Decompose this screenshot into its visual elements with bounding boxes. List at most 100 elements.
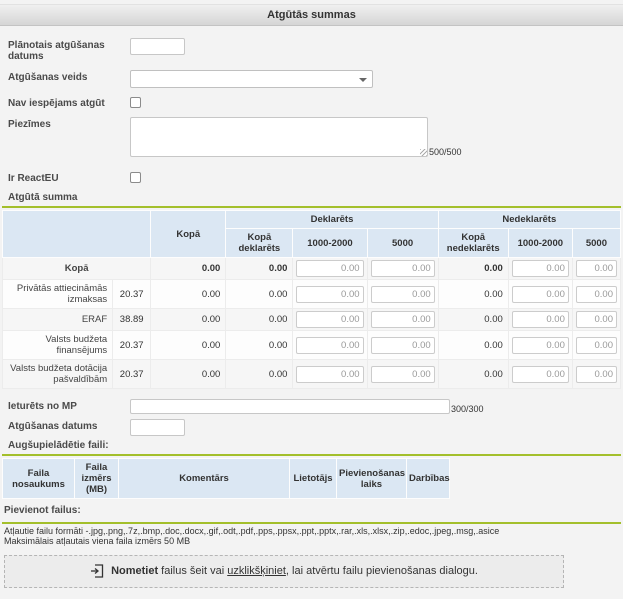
total-kopa-deklarets: 0.00 — [226, 258, 293, 280]
declared-1000-2000-input[interactable] — [296, 366, 363, 383]
row-percent: 20.37 — [113, 280, 151, 309]
amount-section-heading: Atgūtā summa — [8, 192, 623, 203]
row-label: ERAF — [3, 309, 113, 331]
total-declared-1000-2000-input[interactable] — [296, 260, 363, 277]
table-row-state-budget: Valsts budžeta finansējums 20.37 0.00 0.… — [3, 331, 621, 360]
planned-date-label: Plānotais atgūšanas datums — [8, 38, 130, 62]
file-import-icon — [90, 563, 105, 579]
notes-counter: 500/500 — [429, 147, 462, 157]
col-undeclared-5000: 5000 — [572, 229, 620, 258]
declared-1000-2000-input[interactable] — [296, 286, 363, 303]
declared-5000-input[interactable] — [371, 286, 435, 303]
withheld-label: Ieturēts no MP — [8, 399, 130, 412]
dropzone-text-tail: , lai atvērtu failu pievienošanas dialog… — [286, 565, 478, 577]
cannot-recover-row: Nav iespējams atgūt — [8, 96, 623, 109]
files-table: Faila nosaukums Faila izmērs (MB) Koment… — [2, 458, 450, 499]
table-row-eraf: ERAF 38.89 0.00 0.00 0.00 — [3, 309, 621, 331]
recovery-type-label: Atgūšanas veids — [8, 70, 130, 83]
col-undeclared-1000-2000: 1000-2000 — [508, 229, 572, 258]
recovery-date-row: Atgūšanas datums — [8, 419, 623, 436]
dropzone-click-link[interactable]: uzklikšķiniet — [227, 565, 286, 577]
declared-5000-input[interactable] — [371, 366, 435, 383]
row-label: Kopā — [3, 258, 151, 280]
undeclared-1000-2000-input[interactable] — [512, 311, 569, 328]
table-row-private-costs: Privātās attiecināmās izmaksas 20.37 0.0… — [3, 280, 621, 309]
row-kopa: 0.00 — [151, 331, 226, 360]
col-declared-5000: 5000 — [367, 229, 438, 258]
row-kopa: 0.00 — [151, 309, 226, 331]
col-actions: Darbības — [407, 459, 450, 499]
total-kopa-nedeklarets: 0.00 — [438, 258, 508, 280]
row-percent: 20.37 — [113, 360, 151, 389]
row-kopa-nedeklarets: 0.00 — [438, 280, 508, 309]
files-table-header-row: Faila nosaukums Faila izmērs (MB) Koment… — [3, 459, 450, 499]
uploaded-files-heading: Augšupielādētie faili: — [8, 440, 623, 451]
dropzone-text-bold: Nometiet — [111, 565, 158, 577]
recovery-date-label: Atgūšanas datums — [8, 419, 130, 432]
undeclared-5000-input[interactable] — [576, 286, 617, 303]
total-undeclared-5000-input[interactable] — [576, 260, 617, 277]
undeclared-5000-input[interactable] — [576, 337, 617, 354]
col-added-time: Pievienošanas laiks — [337, 459, 407, 499]
table-row-municipality-grant: Valsts budžeta dotācija pašvaldībām 20.3… — [3, 360, 621, 389]
col-user: Lietotājs — [290, 459, 337, 499]
planned-date-input[interactable] — [130, 38, 185, 55]
declared-1000-2000-input[interactable] — [296, 311, 363, 328]
total-undeclared-1000-2000-input[interactable] — [512, 260, 569, 277]
file-dropzone[interactable]: Nometiet failus šeit vai uzklikšķiniet, … — [4, 555, 564, 588]
max-size-note: Maksimālais atļautais viena faila izmērs… — [4, 536, 623, 546]
row-percent: 20.37 — [113, 331, 151, 360]
row-kopa-deklarets: 0.00 — [226, 360, 293, 389]
allowed-formats-note: Atļautie failu formāti -.jpg,.png,.7z,.b… — [4, 526, 623, 536]
declared-5000-input[interactable] — [371, 311, 435, 328]
withheld-counter: 300/300 — [451, 404, 484, 414]
row-kopa-nedeklarets: 0.00 — [438, 309, 508, 331]
undeclared-1000-2000-input[interactable] — [512, 286, 569, 303]
react-eu-row: Ir ReactEU — [8, 171, 623, 184]
notes-row: Piezīmes 500/500 — [8, 117, 623, 157]
section-divider — [2, 206, 621, 208]
page-title-text: Atgūtās summas — [267, 9, 356, 21]
row-label: Valsts budžeta finansējums — [3, 331, 113, 360]
recovery-date-input[interactable] — [130, 419, 185, 436]
recovery-type-row: Atgūšanas veids — [8, 70, 623, 88]
recovery-type-select[interactable] — [130, 70, 373, 88]
row-kopa: 0.00 — [151, 280, 226, 309]
row-label: Valsts budžeta dotācija pašvaldībām — [3, 360, 113, 389]
chevron-down-icon — [359, 78, 367, 82]
table-row-total: Kopā 0.00 0.00 0.00 — [3, 258, 621, 280]
undeclared-5000-input[interactable] — [576, 366, 617, 383]
cannot-recover-checkbox[interactable] — [130, 97, 141, 108]
total-kopa: 0.00 — [151, 258, 226, 280]
withheld-row: Ieturēts no MP 300/300 — [8, 399, 623, 414]
col-file-name: Faila nosaukums — [3, 459, 75, 499]
row-label: Privātās attiecināmās izmaksas — [3, 280, 113, 309]
dropzone-text-middle: failus šeit vai — [158, 565, 227, 577]
undeclared-1000-2000-input[interactable] — [512, 337, 569, 354]
react-eu-checkbox[interactable] — [130, 172, 141, 183]
amount-table-col-total: Kopā — [151, 211, 226, 258]
col-declared-1000-2000: 1000-2000 — [293, 229, 367, 258]
undeclared-5000-input[interactable] — [576, 311, 617, 328]
row-kopa-deklarets: 0.00 — [226, 280, 293, 309]
notes-textarea[interactable] — [130, 117, 428, 157]
dropzone-text: Nometiet failus šeit vai uzklikšķiniet, … — [111, 565, 478, 577]
cannot-recover-label: Nav iespējams atgūt — [8, 96, 130, 109]
page: Atgūtās summas Plānotais atgūšanas datum… — [0, 4, 623, 599]
withheld-input[interactable] — [130, 399, 450, 414]
form-section: Plānotais atgūšanas datums Atgūšanas vei… — [0, 38, 623, 599]
notes-label: Piezīmes — [8, 117, 130, 130]
row-percent: 38.89 — [113, 309, 151, 331]
declared-1000-2000-input[interactable] — [296, 337, 363, 354]
planned-date-row: Plānotais atgūšanas datums — [8, 38, 623, 62]
declared-5000-input[interactable] — [371, 337, 435, 354]
row-kopa: 0.00 — [151, 360, 226, 389]
page-title: Atgūtās summas — [0, 4, 623, 26]
amount-table-group-declared: Deklarēts — [226, 211, 438, 229]
row-kopa-deklarets: 0.00 — [226, 331, 293, 360]
undeclared-1000-2000-input[interactable] — [512, 366, 569, 383]
section-divider — [2, 522, 621, 524]
amount-table-corner-cell — [3, 211, 151, 258]
total-declared-5000-input[interactable] — [371, 260, 435, 277]
col-comment: Komentārs — [119, 459, 290, 499]
